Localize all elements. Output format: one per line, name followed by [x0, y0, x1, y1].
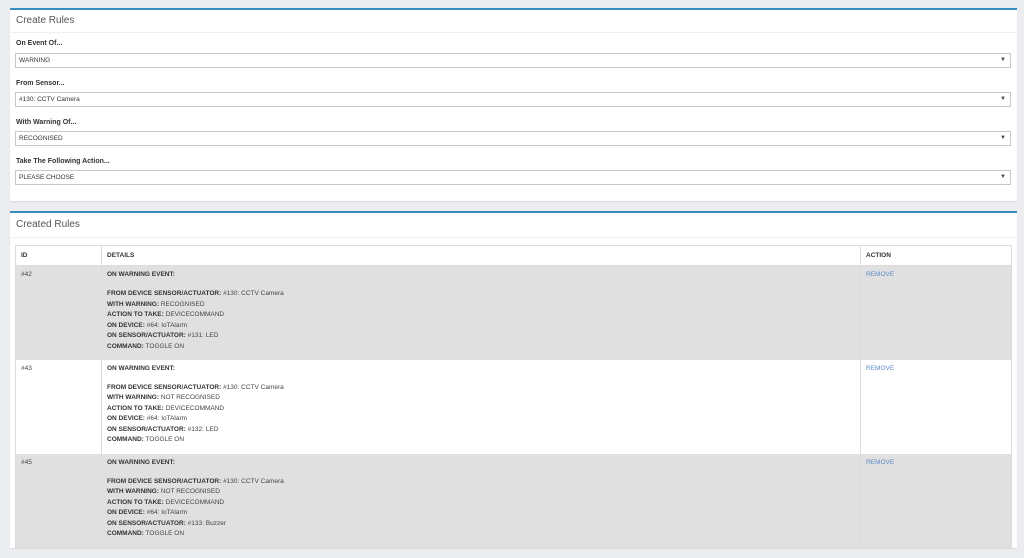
detail-key: ON DEVICE:	[107, 415, 145, 423]
detail-key: ACTION TO TAKE:	[107, 498, 164, 506]
create-rules-title: Create Rules	[10, 10, 1017, 33]
rule-detail-line: FROM DEVICE SENSOR/ACTUATOR: #130: CCTV …	[107, 383, 860, 394]
rule-id: #42	[15, 265, 102, 360]
detail-key: WITH WARNING:	[107, 394, 159, 402]
detail-value: #64: IoTAlarm	[146, 509, 188, 517]
detail-key: ACTION TO TAKE:	[107, 311, 164, 319]
rule-action-cell: REMOVE	[860, 453, 1012, 548]
detail-value: #64: IoTAlarm	[146, 415, 188, 423]
detail-key: ON SENSOR/ACTUATOR:	[107, 519, 186, 527]
rule-detail-line: ON SENSOR/ACTUATOR: #131: LED	[107, 331, 860, 342]
rule-heading: ON WARNING EVENT:	[107, 271, 175, 278]
on-event-select[interactable]: WARNING ▼	[15, 53, 1011, 68]
rule-detail-line: ACTION TO TAKE: DEVICECOMMAND	[107, 498, 860, 509]
rule-details: ON WARNING EVENT: FROM DEVICE SENSOR/ACT…	[101, 265, 861, 360]
rule-detail-line: COMMAND: TOGGLE ON	[107, 529, 860, 540]
detail-value: DEVICECOMMAND	[165, 404, 225, 412]
from-sensor-label: From Sensor...	[16, 80, 65, 87]
with-warning-select[interactable]: RECOGNISED ▼	[15, 131, 1011, 146]
rule-detail-line: ON SENSOR/ACTUATOR: #133: Buzzer	[107, 519, 860, 530]
rule-heading: ON WARNING EVENT:	[107, 364, 175, 372]
rules-table: ID DETAILS ACTION #42 ON WARNING EVENT: …	[15, 245, 1012, 548]
detail-key: FROM DEVICE SENSOR/ACTUATOR:	[107, 477, 222, 485]
rule-detail-line: FROM DEVICE SENSOR/ACTUATOR: #130: CCTV …	[107, 289, 860, 300]
with-warning-value: RECOGNISED	[19, 135, 63, 142]
action-value: PLEASE CHOOSE	[19, 174, 75, 181]
rule-detail-line: ACTION TO TAKE: DEVICECOMMAND	[107, 404, 860, 415]
rule-action-cell: REMOVE	[860, 265, 1012, 360]
rule-detail-line: ON DEVICE: #64: IoTAlarm	[107, 414, 860, 425]
from-sensor-select[interactable]: #130: CCTV Camera ▼	[15, 92, 1011, 107]
create-rules-panel: Create Rules On Event Of... WARNING ▼ Fr…	[10, 8, 1017, 201]
table-header-row: ID DETAILS ACTION	[15, 245, 1012, 266]
rule-detail-line: ON DEVICE: #64: IoTAlarm	[107, 321, 860, 332]
rule-detail-line: WITH WARNING: NOT RECOGNISED	[107, 393, 860, 404]
column-header-details: DETAILS	[101, 245, 861, 266]
detail-value: #130: CCTV Camera	[223, 383, 284, 391]
detail-key: WITH WARNING:	[107, 488, 159, 496]
rule-id: #43	[15, 359, 102, 454]
chevron-down-icon: ▼	[1000, 96, 1006, 102]
rule-detail-line: COMMAND: TOGGLE ON	[107, 342, 860, 353]
detail-value: #64: IoTAlarm	[146, 321, 188, 329]
detail-value: TOGGLE ON	[145, 436, 185, 444]
detail-key: ON SENSOR/ACTUATOR:	[107, 332, 186, 340]
created-rules-title: Created Rules	[10, 213, 1017, 238]
detail-key: COMMAND:	[107, 530, 144, 538]
remove-rule-link[interactable]: REMOVE	[866, 459, 894, 466]
detail-key: FROM DEVICE SENSOR/ACTUATOR:	[107, 290, 222, 297]
detail-value: NOT RECOGNISED	[160, 394, 220, 402]
action-label: Take The Following Action...	[16, 158, 110, 165]
on-event-label: On Event Of...	[16, 40, 63, 47]
table-row: #42 ON WARNING EVENT: FROM DEVICE SENSOR…	[15, 265, 1012, 360]
rule-detail-line: FROM DEVICE SENSOR/ACTUATOR: #130: CCTV …	[107, 477, 860, 488]
detail-key: ACTION TO TAKE:	[107, 404, 164, 412]
remove-rule-link[interactable]: REMOVE	[866, 365, 894, 372]
rule-detail-line: ON SENSOR/ACTUATOR: #132: LED	[107, 425, 860, 436]
on-event-value: WARNING	[19, 57, 51, 64]
detail-value: NOT RECOGNISED	[160, 488, 220, 496]
rule-detail-line: WITH WARNING: NOT RECOGNISED	[107, 487, 860, 498]
detail-key: COMMAND:	[107, 436, 144, 444]
rule-detail-line: ON DEVICE: #64: IoTAlarm	[107, 508, 860, 519]
action-select[interactable]: PLEASE CHOOSE ▼	[15, 170, 1011, 185]
rule-details: ON WARNING EVENT: FROM DEVICE SENSOR/ACT…	[101, 359, 861, 454]
detail-value: TOGGLE ON	[145, 342, 185, 350]
detail-value: #132: LED	[187, 425, 219, 433]
detail-value: #130: CCTV Camera	[223, 477, 284, 485]
detail-key: ON SENSOR/ACTUATOR:	[107, 425, 186, 433]
column-header-action: ACTION	[860, 245, 1012, 266]
rule-detail-line: COMMAND: TOGGLE ON	[107, 435, 860, 446]
with-warning-label: With Warning Of...	[16, 119, 77, 126]
chevron-down-icon: ▼	[1000, 174, 1006, 180]
rule-action-cell: REMOVE	[860, 359, 1012, 454]
table-row: #43 ON WARNING EVENT: FROM DEVICE SENSOR…	[15, 359, 1012, 454]
detail-key: COMMAND:	[107, 342, 144, 350]
detail-value: DEVICECOMMAND	[165, 311, 225, 319]
detail-key: FROM DEVICE SENSOR/ACTUATOR:	[107, 383, 222, 391]
detail-value: #131: LED	[187, 332, 219, 340]
detail-key: WITH WARNING:	[107, 300, 159, 308]
remove-rule-link[interactable]: REMOVE	[866, 271, 894, 278]
detail-value: #130: CCTV Camera	[223, 290, 284, 297]
rule-details: ON WARNING EVENT: FROM DEVICE SENSOR/ACT…	[101, 453, 861, 548]
detail-value: RECOGNISED	[160, 300, 205, 308]
rule-detail-line: ACTION TO TAKE: DEVICECOMMAND	[107, 310, 860, 321]
column-header-id: ID	[15, 245, 102, 266]
rule-detail-line: WITH WARNING: RECOGNISED	[107, 300, 860, 311]
detail-value: DEVICECOMMAND	[165, 498, 225, 506]
from-sensor-value: #130: CCTV Camera	[19, 96, 80, 103]
rule-id: #45	[15, 453, 102, 548]
detail-key: ON DEVICE:	[107, 321, 145, 329]
detail-key: ON DEVICE:	[107, 509, 145, 517]
chevron-down-icon: ▼	[1000, 57, 1006, 63]
detail-value: TOGGLE ON	[145, 530, 185, 538]
created-rules-panel: Created Rules ID DETAILS ACTION #42 ON W…	[10, 211, 1017, 548]
chevron-down-icon: ▼	[1000, 135, 1006, 141]
table-row: #45 ON WARNING EVENT: FROM DEVICE SENSOR…	[15, 453, 1012, 548]
rule-heading: ON WARNING EVENT:	[107, 458, 175, 466]
detail-value: #133: Buzzer	[187, 519, 226, 527]
